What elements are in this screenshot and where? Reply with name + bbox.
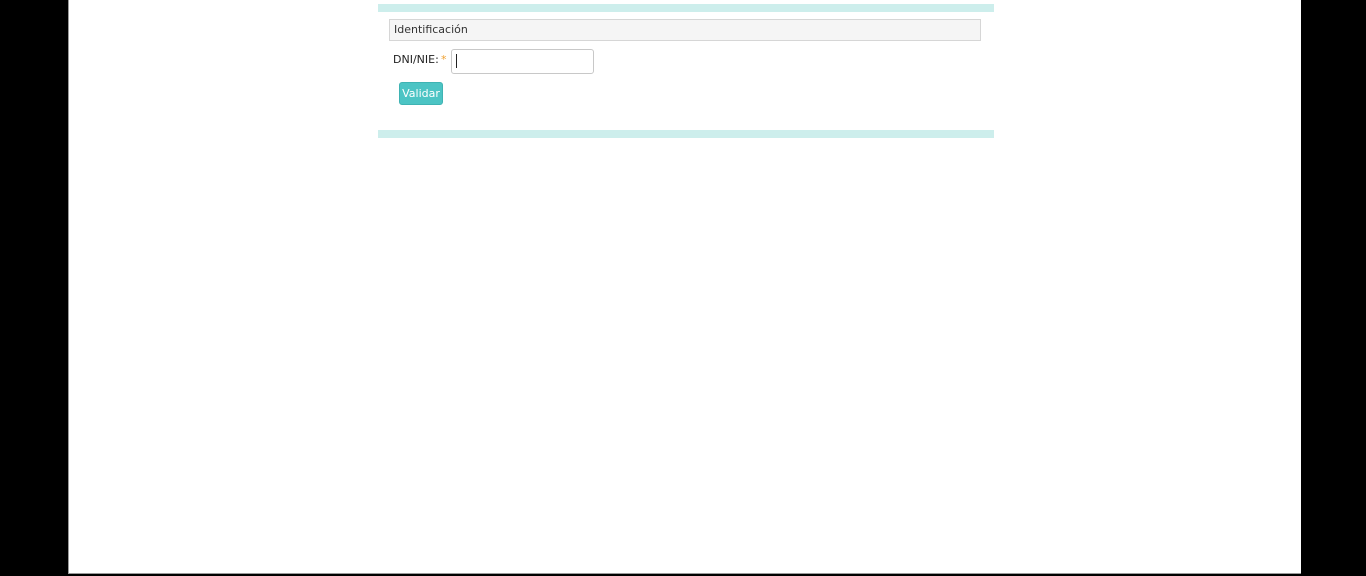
dni-label: DNI/NIE:	[393, 53, 439, 66]
text-caret	[456, 54, 457, 68]
bottom-accent-band	[378, 130, 994, 138]
page-content	[68, 0, 1301, 574]
required-asterisk: *	[441, 53, 447, 66]
section-header-identificacion: Identificación	[389, 19, 981, 41]
top-accent-band	[378, 4, 994, 12]
section-title: Identificación	[394, 23, 468, 36]
dni-input[interactable]	[451, 49, 594, 74]
validate-button[interactable]: Validar	[399, 82, 443, 105]
